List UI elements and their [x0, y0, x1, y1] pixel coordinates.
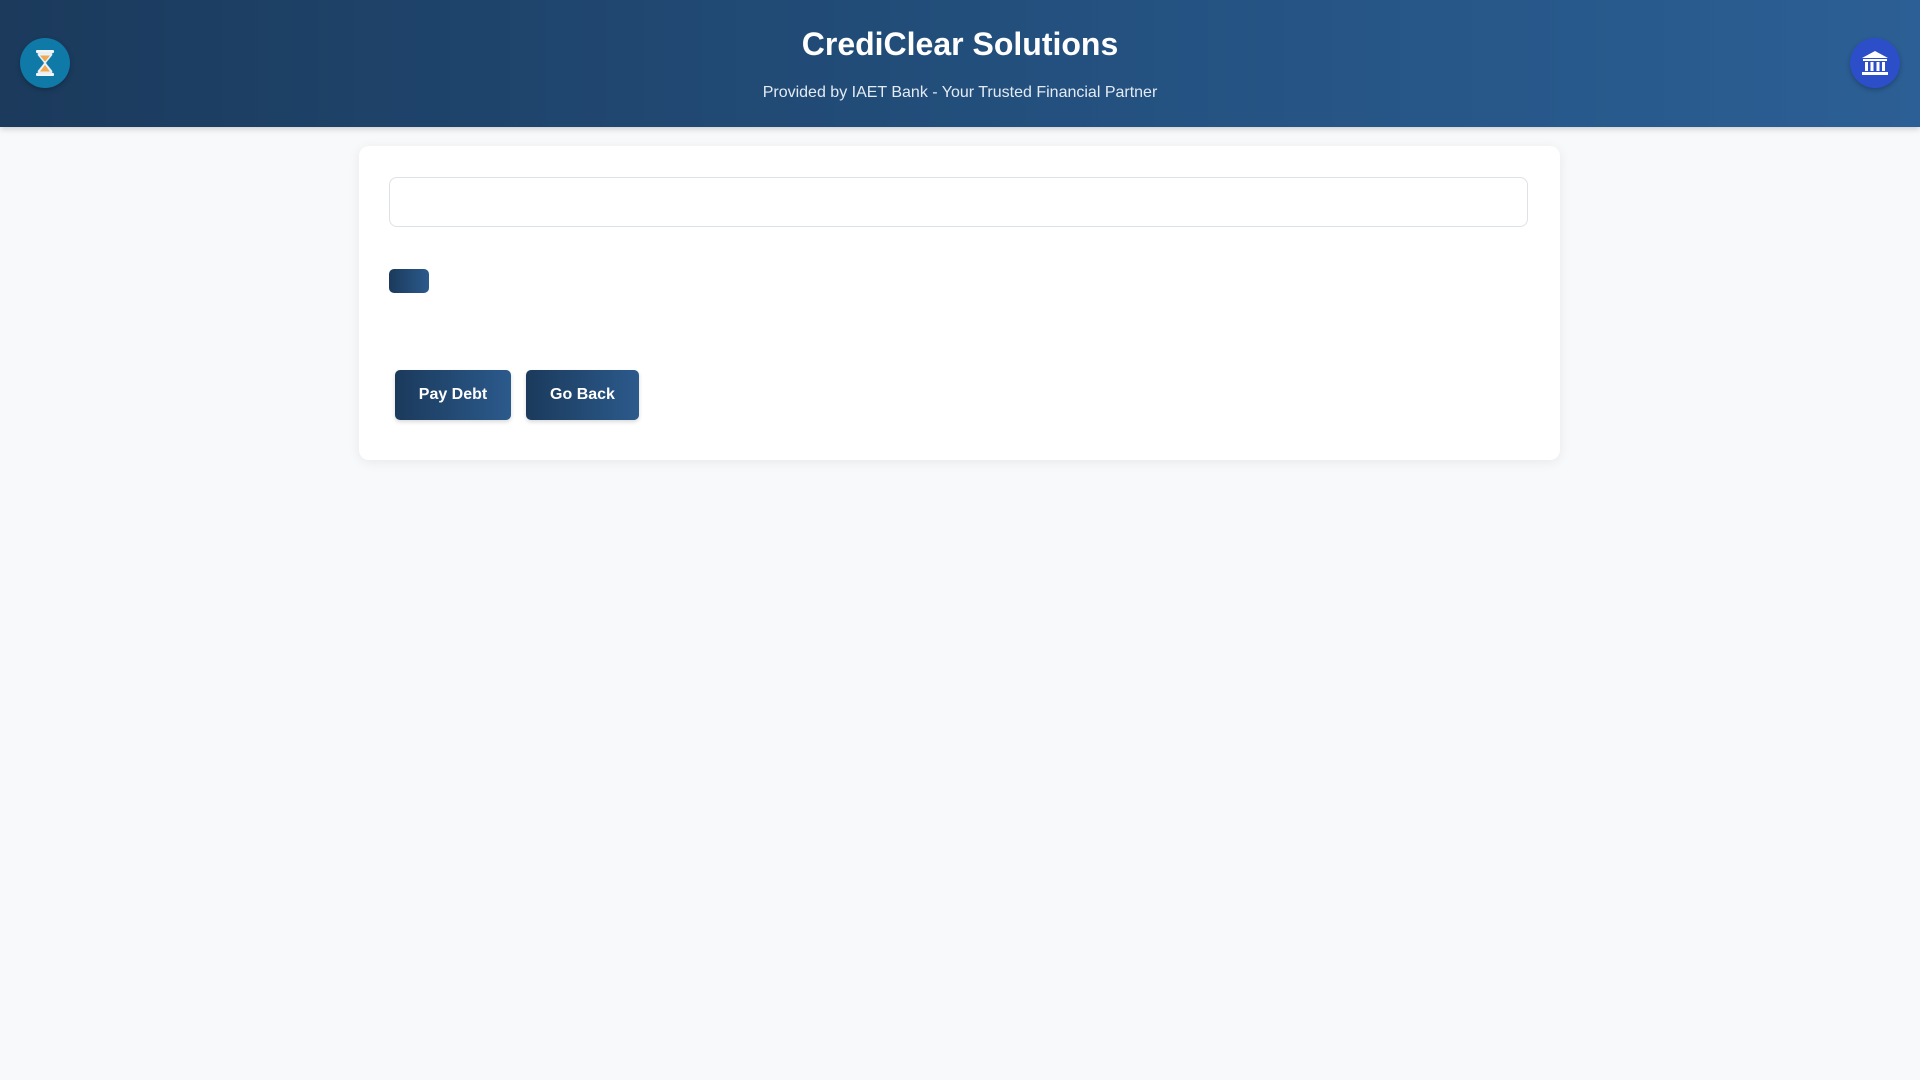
app-subtitle: Provided by IAET Bank - Your Trusted Fin…	[762, 84, 1158, 101]
app-title: CrediClear Solutions	[801, 26, 1119, 62]
app-header: CrediClear Solutions Provided by IAET Ba…	[0, 0, 1920, 127]
small-action-button[interactable]	[389, 269, 429, 293]
payment-card: Pay Debt Go Back	[359, 146, 1560, 460]
pay-debt-button[interactable]: Pay Debt	[395, 370, 511, 420]
bank-icon[interactable]	[1850, 38, 1900, 88]
go-back-button[interactable]: Go Back	[526, 370, 639, 420]
debt-input[interactable]	[389, 177, 1528, 227]
